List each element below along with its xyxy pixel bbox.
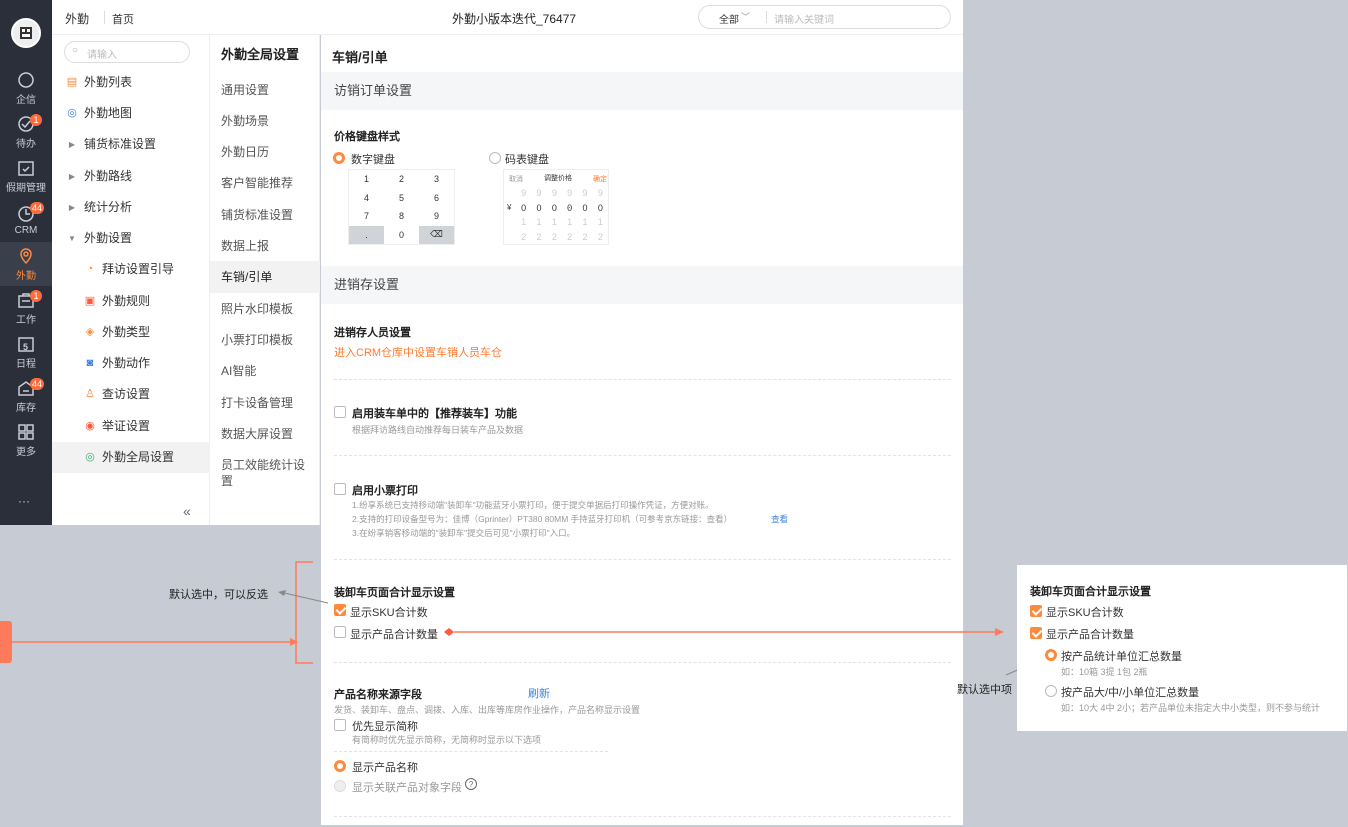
callout-sku-checkbox[interactable] (1030, 605, 1042, 617)
callout-panel: 装卸车页面合计显示设置 显示SKU合计数 显示产品合计数量 按产品统计单位汇总数… (1017, 565, 1347, 731)
callout-qty-checkbox[interactable] (1030, 627, 1042, 639)
callout-opt1-label: 按产品统计单位汇总数量 (1061, 651, 1182, 663)
callout-opt2-radio[interactable] (1045, 685, 1057, 697)
callout-opt2-desc: 如：10大 4中 2小；若产品单位未指定大中小类型，则不参与统计 (1061, 703, 1321, 713)
callout-title: 装卸车页面合计显示设置 (1030, 586, 1151, 598)
callout-qty-label: 显示产品合计数量 (1046, 629, 1134, 641)
callout-opt2-label: 按产品大/中/小单位汇总数量 (1061, 687, 1200, 699)
callout-opt1-desc: 如：10箱 3提 1包 2瓶 (1061, 667, 1148, 677)
callout-opt1-radio[interactable] (1045, 649, 1057, 661)
callout-sku-label: 显示SKU合计数 (1046, 607, 1124, 619)
